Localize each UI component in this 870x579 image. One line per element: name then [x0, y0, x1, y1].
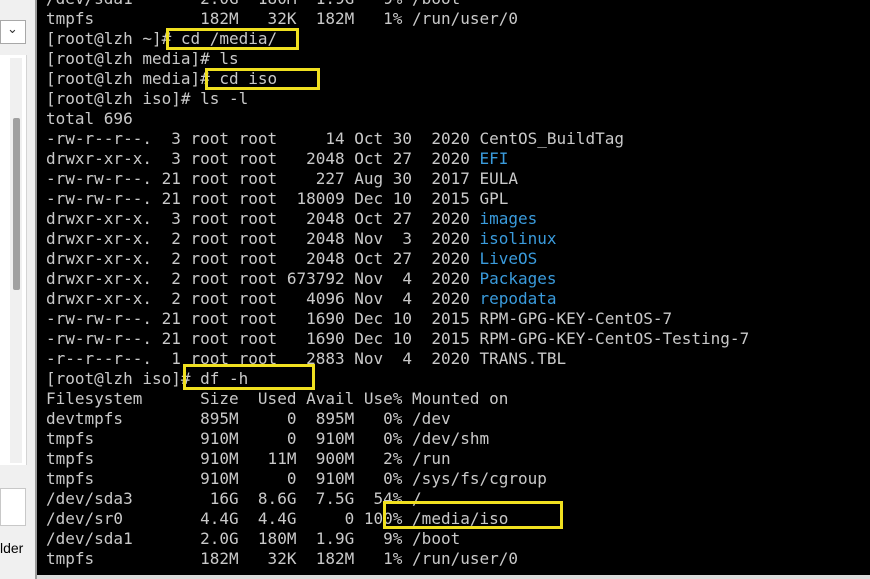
terminal-line: tmpfs 182M 32K 182M 1% /run/user/0 — [46, 9, 749, 29]
side-panel: ⌄ lder — [0, 0, 37, 579]
line-text: /dev/sda1 2.0G 180M 1.9G 9% /boot — [46, 529, 461, 548]
line-text: /dev/sda3 16G 8.6G 7.5G 54% / — [46, 489, 422, 508]
line-text: drwxr-xr-x. 3 root root 2048 Oct 27 2020 — [46, 149, 480, 168]
side-button[interactable] — [0, 488, 26, 526]
line-text: drwxr-xr-x. 2 root root 673792 Nov 4 202… — [46, 269, 480, 288]
line-text: total 696 — [46, 109, 133, 128]
terminal-line: [root@lzh media]# cd iso — [46, 69, 749, 89]
line-text: tmpfs 182M 32K 182M 1% /run/user/0 — [46, 549, 519, 568]
line-text: devtmpfs 895M 0 895M 0% /dev — [46, 409, 451, 428]
chevron-down-icon[interactable]: ⌄ — [7, 22, 18, 37]
line-text: drwxr-xr-x. 2 root root 2048 Oct 27 2020 — [46, 249, 480, 268]
line-text: -rw-rw-r--. 21 root root 1690 Dec 10 201… — [46, 309, 673, 328]
directory-name: Packages — [479, 269, 557, 288]
line-text: tmpfs 910M 11M 900M 2% /run — [46, 449, 451, 468]
line-text: drwxr-xr-x. 2 root root 4096 Nov 4 2020 — [46, 289, 480, 308]
directory-name: repodata — [479, 289, 557, 308]
terminal-line: drwxr-xr-x. 2 root root 2048 Oct 27 2020… — [46, 249, 749, 269]
terminal-line: tmpfs 182M 32K 182M 1% /run/user/0 — [46, 549, 749, 569]
terminal-line: [root@lzh iso]# ls -l — [46, 89, 749, 109]
line-text: tmpfs 910M 0 910M 0% /sys/fs/cgroup — [46, 469, 547, 488]
line-text: drwxr-xr-x. 3 root root 2048 Oct 27 2020 — [46, 209, 480, 228]
directory-name: EFI — [479, 149, 509, 168]
terminal-line: tmpfs 910M 0 910M 0% /dev/shm — [46, 429, 749, 449]
line-text: [root@lzh iso]# ls -l — [46, 89, 249, 108]
highlight-df-h — [183, 364, 315, 390]
line-text: -rw-rw-r--. 21 root root 1690 Dec 10 201… — [46, 329, 750, 348]
terminal-line: -rw-r--r--. 3 root root 14 Oct 30 2020 C… — [46, 129, 749, 149]
terminal-line: [root@lzh ~]# cd /media/ — [46, 29, 749, 49]
directory-name: isolinux — [479, 229, 557, 248]
directory-name: LiveOS — [479, 249, 538, 268]
terminal-line: -rw-rw-r--. 21 root root 1690 Dec 10 201… — [46, 329, 749, 349]
terminal-line: drwxr-xr-x. 2 root root 4096 Nov 4 2020 … — [46, 289, 749, 309]
terminal-line: -rw-rw-r--. 21 root root 1690 Dec 10 201… — [46, 309, 749, 329]
terminal-line: /dev/sda1 2.0G 180M 1.9G 9% /boot — [46, 0, 749, 9]
terminal-line: -r--r--r--. 1 root root 2883 Nov 4 2020 … — [46, 349, 749, 369]
terminal-output: /dev/sda1 2.0G 180M 1.9G 9% /boottmpfs 1… — [46, 0, 749, 569]
scrollbar-thumb[interactable] — [13, 118, 20, 290]
terminal-line: [root@lzh media]# ls — [46, 49, 749, 69]
line-text: /dev/sda1 2.0G 180M 1.9G 9% /boot — [46, 0, 460, 8]
terminal-line: /dev/sda1 2.0G 180M 1.9G 9% /boot — [46, 529, 749, 549]
highlight-cd-iso — [205, 68, 320, 90]
terminal-line: total 696 — [46, 109, 749, 129]
line-text: -rw-rw-r--. 21 root root 18009 Dec 10 20… — [46, 189, 509, 208]
status-bar — [37, 575, 870, 579]
dropdown[interactable]: ⌄ — [0, 20, 26, 44]
terminal-line: tmpfs 910M 11M 900M 2% /run — [46, 449, 749, 469]
terminal-line: drwxr-xr-x. 2 root root 673792 Nov 4 202… — [46, 269, 749, 289]
terminal-line: drwxr-xr-x. 3 root root 2048 Oct 27 2020… — [46, 149, 749, 169]
line-text: -rw-rw-r--. 21 root root 227 Aug 30 2017… — [46, 169, 519, 188]
terminal-line: Filesystem Size Used Avail Use% Mounted … — [46, 389, 749, 409]
line-text: -rw-r--r--. 3 root root 14 Oct 30 2020 C… — [46, 129, 624, 148]
folder-label: lder — [0, 540, 24, 556]
highlight-media-iso — [383, 501, 563, 529]
line-text: tmpfs 910M 0 910M 0% /dev/shm — [46, 429, 490, 448]
highlight-cd-media — [166, 28, 299, 50]
terminal-line: drwxr-xr-x. 3 root root 2048 Oct 27 2020… — [46, 209, 749, 229]
line-text: Filesystem Size Used Avail Use% Mounted … — [46, 389, 509, 408]
terminal-line: -rw-rw-r--. 21 root root 227 Aug 30 2017… — [46, 169, 749, 189]
line-text: tmpfs 182M 32K 182M 1% /run/user/0 — [46, 9, 519, 28]
directory-name: images — [479, 209, 538, 228]
terminal-window[interactable]: /dev/sda1 2.0G 180M 1.9G 9% /boottmpfs 1… — [37, 0, 870, 575]
terminal-line: tmpfs 910M 0 910M 0% /sys/fs/cgroup — [46, 469, 749, 489]
terminal-line: devtmpfs 895M 0 895M 0% /dev — [46, 409, 749, 429]
terminal-line: drwxr-xr-x. 2 root root 2048 Nov 3 2020 … — [46, 229, 749, 249]
line-text: [root@lzh media]# ls — [46, 49, 239, 68]
terminal-line: -rw-rw-r--. 21 root root 18009 Dec 10 20… — [46, 189, 749, 209]
terminal-line: [root@lzh iso]# df -h — [46, 369, 749, 389]
line-text: drwxr-xr-x. 2 root root 2048 Nov 3 2020 — [46, 229, 480, 248]
